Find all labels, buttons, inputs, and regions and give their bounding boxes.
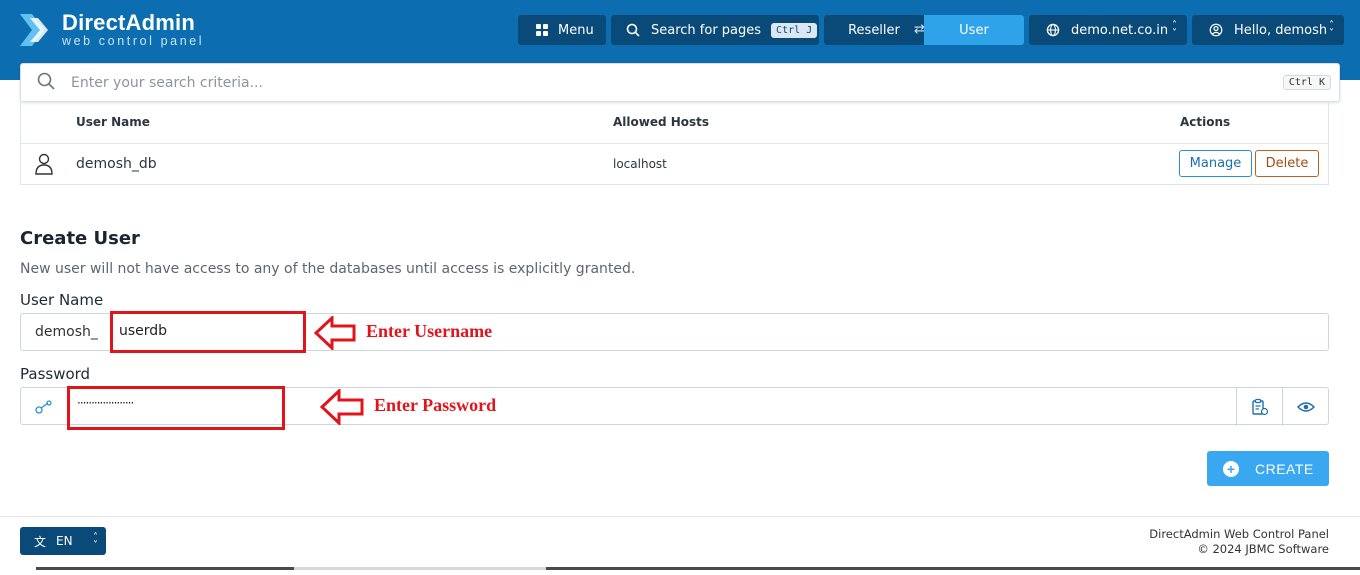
column-header-actions: Actions: [1180, 115, 1231, 129]
show-password-button[interactable]: [1282, 388, 1328, 426]
clipboard-icon: [1251, 398, 1268, 416]
username-label: User Name: [20, 291, 104, 309]
search-icon: [625, 22, 641, 38]
language-label: EN: [56, 534, 73, 548]
user-account-menu[interactable]: Hello, demosh ˄ ˅: [1192, 15, 1344, 45]
search-pages-button[interactable]: Search for pages Ctrl J: [611, 15, 819, 45]
language-selector[interactable]: 文 EN ˄ ˅: [20, 527, 106, 555]
translate-icon: 文: [34, 534, 47, 549]
left-arrow-icon: [320, 389, 364, 425]
key-icon: [35, 399, 53, 418]
logo-icon: [20, 14, 48, 46]
username-highlight-box: [110, 311, 306, 353]
global-search-input[interactable]: [71, 74, 1221, 91]
menu-button[interactable]: Menu: [518, 15, 606, 45]
table-row: demosh_db localhost Manage Delete: [21, 143, 1328, 184]
left-arrow-icon: [314, 316, 356, 350]
allowed-hosts-cell: localhost: [613, 157, 667, 171]
db-users-table: User Name Allowed Hosts Actions demosh_d…: [20, 102, 1329, 185]
user-toggle[interactable]: User: [924, 15, 1024, 45]
password-annotation: Enter Password: [374, 395, 497, 415]
hello-label: Hello, demosh: [1234, 22, 1328, 38]
logo-name: DirectAdmin: [62, 10, 195, 36]
create-user-title: Create User: [20, 228, 140, 249]
column-header-user-name: User Name: [76, 115, 150, 129]
plus-circle-icon: +: [1223, 460, 1239, 477]
reseller-toggle[interactable]: Reseller: [824, 15, 924, 45]
window-scrollbar-track: [36, 567, 1360, 570]
user-icon: [35, 153, 53, 179]
user-label: User: [959, 22, 989, 38]
user-circle-icon: [1208, 22, 1224, 38]
window-scrollbar-thumb[interactable]: [294, 567, 546, 570]
create-user-description: New user will not have access to any of …: [20, 261, 636, 277]
footer-copyright: © 2024 JBMC Software: [1197, 542, 1329, 556]
globe-icon: [1045, 22, 1061, 38]
chevron-updown-icon: ˄ ˅: [93, 532, 98, 551]
create-button[interactable]: + CREATE: [1207, 451, 1329, 486]
swap-icon: ⇄: [914, 22, 925, 37]
domain-selector[interactable]: demo.net.co.in ˄ ˅: [1029, 15, 1187, 45]
password-highlight-box: [67, 386, 285, 430]
search-icon: [37, 72, 55, 94]
global-search-shortcut: Ctrl K: [1282, 75, 1331, 90]
manage-button[interactable]: Manage: [1179, 150, 1252, 177]
footer-product-name: DirectAdmin Web Control Panel: [1149, 527, 1329, 541]
username-prefix: demosh_: [35, 324, 98, 340]
domain-label: demo.net.co.in: [1071, 22, 1169, 38]
logo-subtitle: web control panel: [62, 34, 205, 49]
reseller-user-switch[interactable]: Reseller User ⇄: [824, 15, 1024, 45]
delete-button[interactable]: Delete: [1255, 150, 1319, 177]
create-label: CREATE: [1255, 460, 1314, 477]
chevron-updown-icon: ˄ ˅: [1329, 20, 1334, 39]
footer-divider: [0, 516, 1360, 517]
eye-icon: [1296, 402, 1315, 412]
search-pages-label: Search for pages: [651, 22, 762, 38]
username-annotation: Enter Username: [366, 321, 493, 341]
global-search-bar: Ctrl K: [20, 63, 1340, 102]
menu-label: Menu: [558, 22, 594, 38]
reseller-label: Reseller: [848, 22, 900, 38]
search-shortcut-badge: Ctrl J: [771, 22, 818, 38]
chevron-updown-icon: ˄ ˅: [1172, 20, 1177, 39]
grid-icon: [534, 22, 550, 38]
generate-password-button[interactable]: [1236, 388, 1282, 426]
directadmin-logo[interactable]: DirectAdmin web control panel: [18, 10, 204, 50]
column-header-allowed-hosts: Allowed Hosts: [613, 115, 710, 129]
user-name-cell: demosh_db: [76, 156, 157, 172]
password-label: Password: [20, 365, 91, 383]
